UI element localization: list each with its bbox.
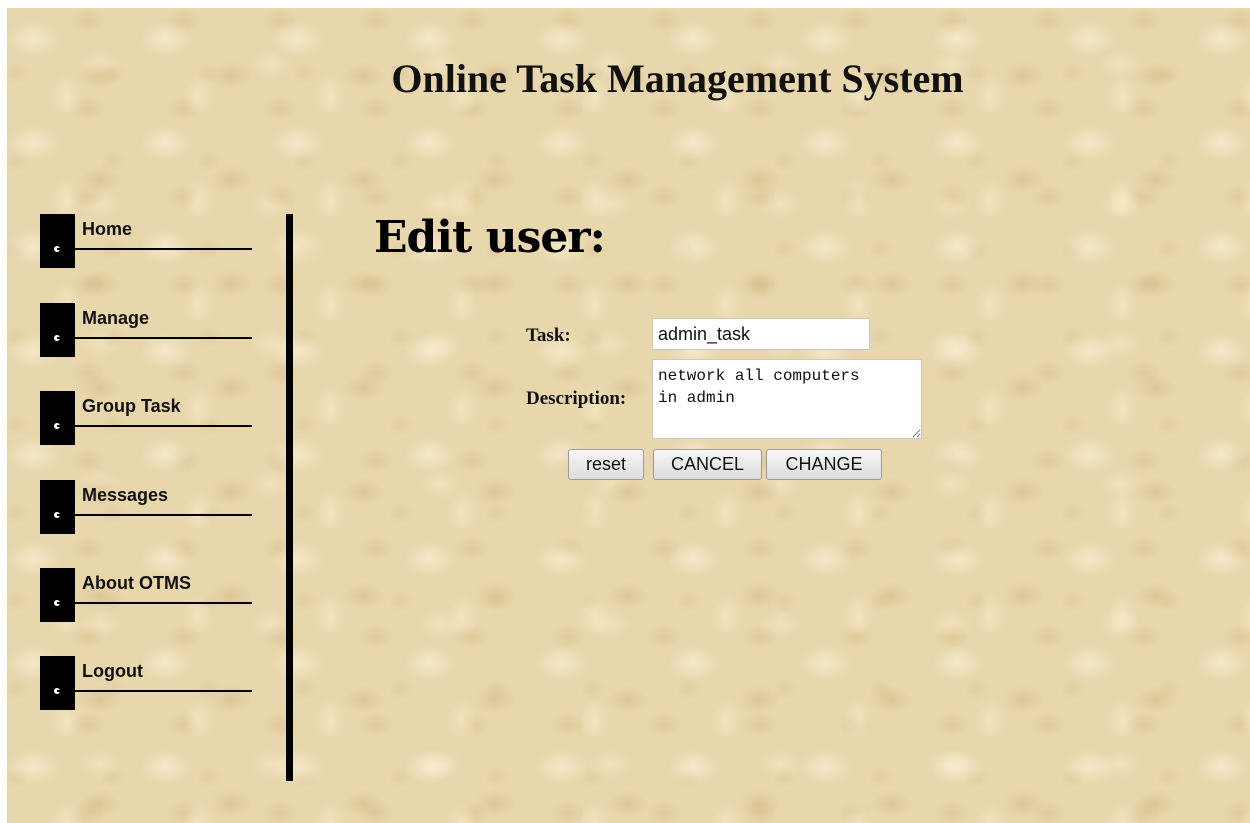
change-button[interactable]: CHANGE — [766, 449, 882, 480]
vertical-divider — [286, 214, 293, 781]
sidebar-item-group-task[interactable]: Group Task — [40, 391, 252, 445]
sidebar-item-manage[interactable]: Manage — [40, 303, 252, 357]
sidebar-item-label[interactable]: Manage — [82, 307, 149, 329]
nav-marker-icon — [40, 303, 75, 357]
sidebar-item-label[interactable]: Messages — [82, 484, 168, 506]
cancel-button[interactable]: CANCEL — [653, 449, 762, 480]
description-textarea[interactable]: network all computers in admin — [652, 359, 922, 439]
task-input[interactable] — [652, 318, 870, 350]
sidebar-item-messages[interactable]: Messages — [40, 480, 252, 534]
sidebar-item-home[interactable]: Home — [40, 214, 252, 268]
nav-marker-icon — [40, 391, 75, 445]
nav-underline — [57, 602, 252, 604]
page-title: Online Task Management System — [391, 56, 964, 101]
sidebar-item-label[interactable]: About OTMS — [82, 572, 191, 594]
nav-underline — [57, 425, 252, 427]
reset-button[interactable]: reset — [568, 449, 644, 480]
sidebar-item-label[interactable]: Logout — [82, 660, 143, 682]
section-heading: Edit user: — [374, 212, 606, 263]
sidebar-item-logout[interactable]: Logout — [40, 656, 252, 710]
description-label: Description: — [526, 388, 627, 409]
nav-marker-icon — [40, 214, 75, 268]
sidebar-item-about[interactable]: About OTMS — [40, 568, 252, 622]
nav-underline — [57, 690, 252, 692]
nav-marker-icon — [40, 480, 75, 534]
nav-marker-icon — [40, 568, 75, 622]
sidebar-item-label[interactable]: Home — [82, 218, 132, 240]
page-background: Online Task Management System Home Manag… — [7, 8, 1250, 823]
nav-underline — [57, 514, 252, 516]
nav-underline — [57, 337, 252, 339]
nav-underline — [57, 248, 252, 250]
task-label: Task: — [526, 325, 571, 346]
sidebar-item-label[interactable]: Group Task — [82, 395, 181, 417]
nav-marker-icon — [40, 656, 75, 710]
